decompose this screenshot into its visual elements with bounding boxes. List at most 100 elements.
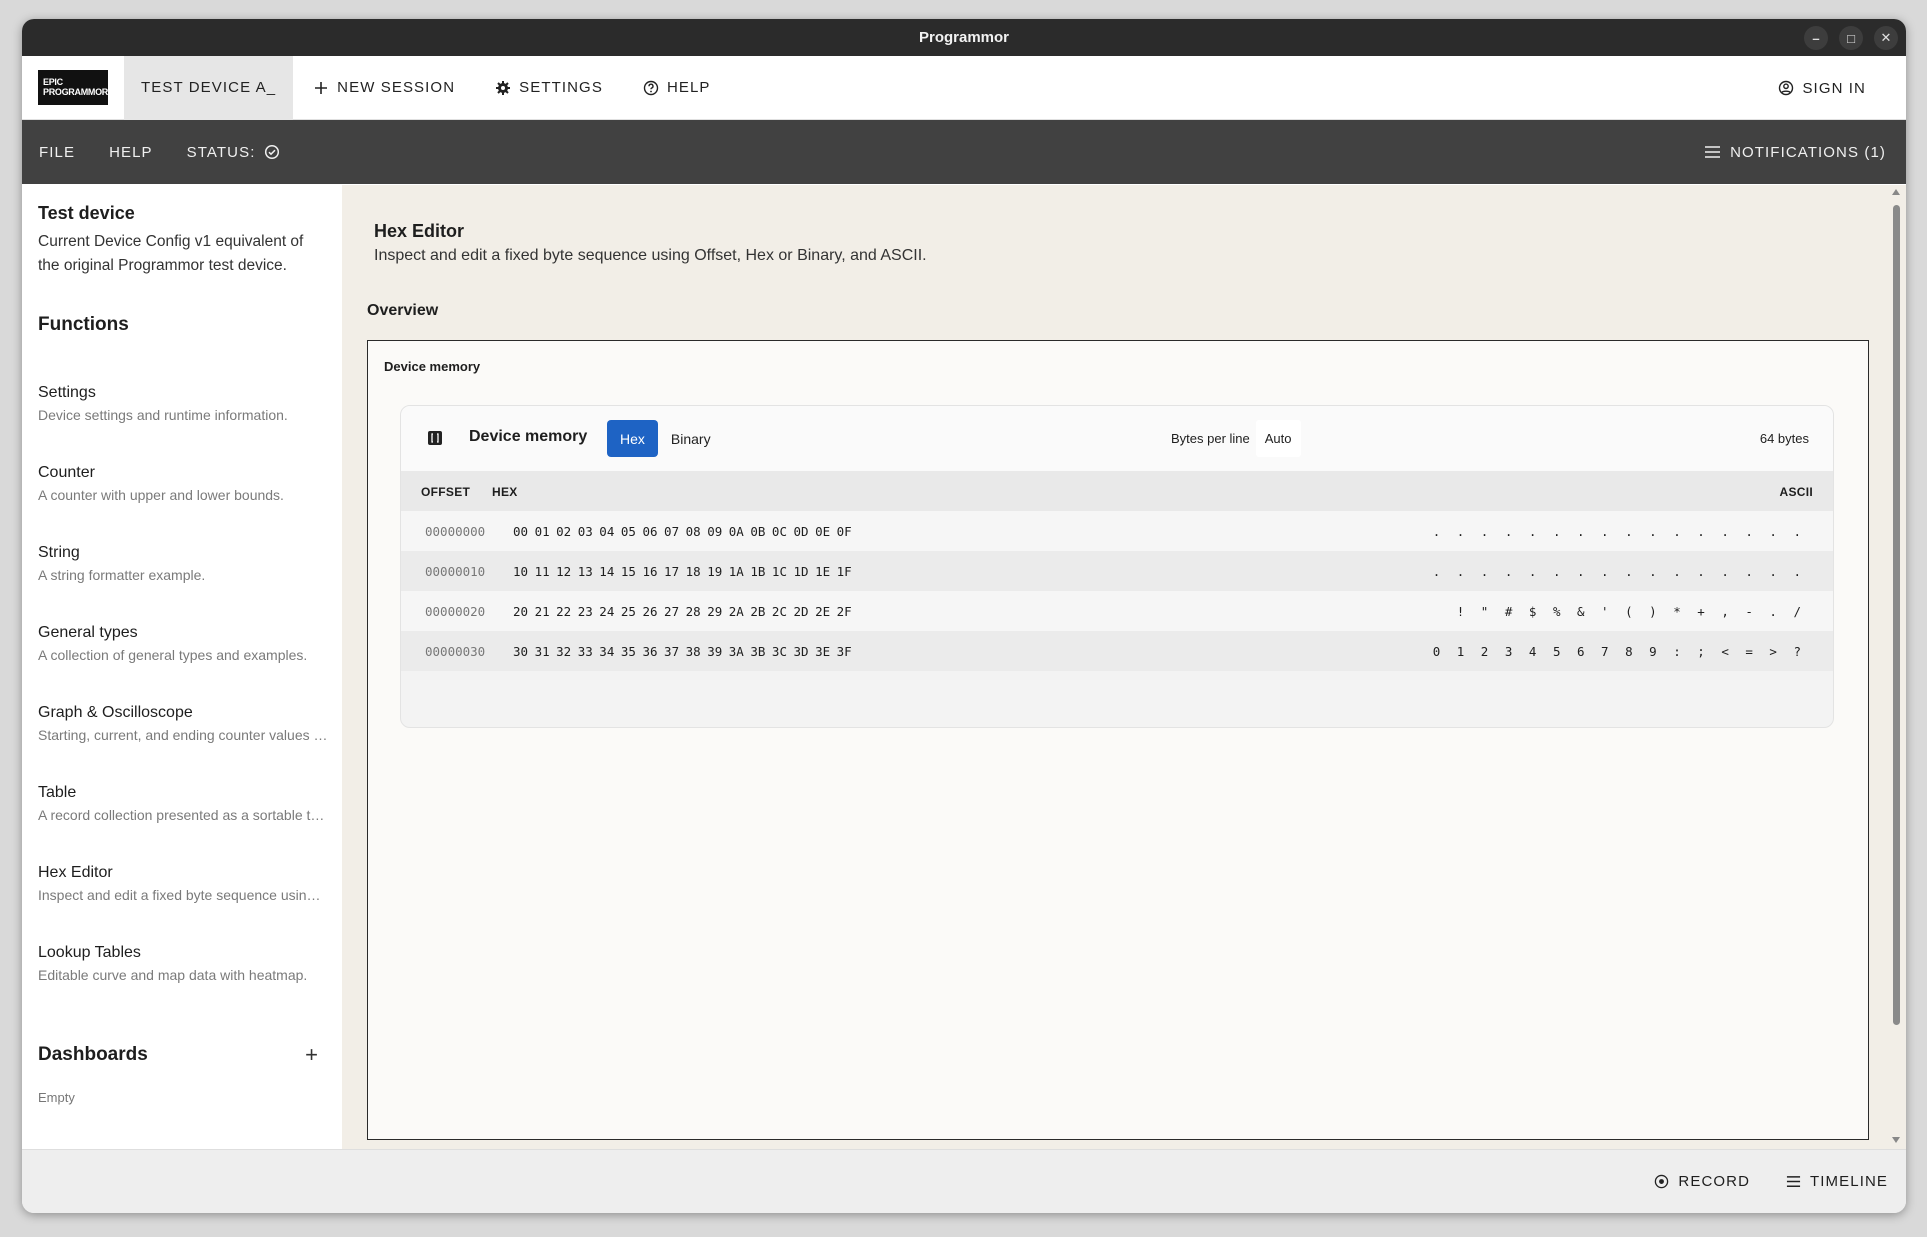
footer-bar: RECORD TIMELINE	[22, 1149, 1906, 1213]
sidebar-item-desc: Device settings and runtime information.	[38, 407, 288, 423]
help-label: HELP	[666, 79, 711, 96]
record-icon	[1655, 1174, 1669, 1189]
maximize-icon[interactable]: □	[1839, 26, 1863, 50]
sign-in-label: SIGN IN	[1802, 79, 1866, 97]
record-button[interactable]: RECORD	[1636, 1173, 1768, 1190]
help-menu[interactable]: HELP	[92, 144, 170, 161]
timeline-button[interactable]: TIMELINE	[1768, 1173, 1906, 1190]
panel-label: Device memory	[384, 359, 481, 374]
settings-label: SETTINGS	[519, 79, 603, 96]
row-hex[interactable]: 30 31 32 33 34 35 36 37 38 39 3A 3B 3C 3…	[513, 644, 852, 659]
sidebar-item-desc: Inspect and edit a fixed byte sequence u…	[38, 887, 328, 903]
hex-editor-card: Device memory Hex Binary Bytes per line …	[400, 405, 1834, 728]
device-memory-panel: Device memory Device memory Hex Binary B…	[367, 340, 1869, 1140]
row-hex[interactable]: 00 01 02 03 04 05 06 07 08 09 0A 0B 0C 0…	[513, 524, 852, 539]
dashboards-empty: Empty	[38, 1090, 75, 1105]
close-icon[interactable]: ✕	[1874, 26, 1898, 50]
settings-button[interactable]: SETTINGS	[475, 56, 623, 120]
new-session-label: NEW SESSION	[337, 79, 456, 96]
tab-test-device[interactable]: TEST DEVICE A_	[124, 55, 294, 120]
card-header: Device memory Hex Binary Bytes per line …	[401, 406, 1833, 471]
logo-line-2: PROGRAMMOR	[43, 87, 108, 97]
bytes-per-line: Bytes per line Auto	[1171, 420, 1301, 457]
sidebar-item-counter[interactable]: Counter A counter with upper and lower b…	[38, 464, 326, 544]
notifications-button[interactable]: NOTIFICATIONS (1)	[1705, 120, 1886, 184]
app-window: Programmor – □ ✕ EPIC PROGRAMMOR TEST DE…	[22, 19, 1906, 1213]
sidebar-item-title: Settings	[38, 384, 96, 401]
main-panel: Hex Editor Inspect and edit a fixed byte…	[342, 185, 1906, 1149]
sidebar-item-settings[interactable]: Settings Device settings and runtime inf…	[38, 384, 326, 464]
plus-icon	[315, 81, 328, 94]
sidebar-item-title: Hex Editor	[38, 864, 113, 881]
dashboards-heading: Dashboards	[38, 1044, 148, 1065]
title-bar: Programmor – □ ✕	[22, 19, 1906, 56]
row-ascii[interactable]: 0 1 2 3 4 5 6 7 8 9 : ; < = > ?	[1433, 644, 1801, 659]
status-label: STATUS:	[186, 143, 256, 161]
hex-row[interactable]: 00000000 00 01 02 03 04 05 06 07 08 09 0…	[401, 511, 1833, 551]
new-session-button[interactable]: NEW SESSION	[293, 56, 475, 120]
sidebar-item-lookup-tables[interactable]: Lookup Tables Editable curve and map dat…	[38, 944, 326, 1024]
window-title: Programmor	[918, 29, 1010, 46]
row-hex[interactable]: 20 21 22 23 24 25 26 27 28 29 2A 2B 2C 2…	[513, 604, 852, 619]
row-offset: 00000010	[425, 564, 486, 579]
sidebar-item-string[interactable]: String A string formatter example.	[38, 544, 326, 624]
scroll-up-arrow[interactable]	[1892, 189, 1900, 195]
sign-in-button[interactable]: SIGN IN	[1758, 56, 1886, 120]
sidebar: Test device Current Device Config v1 equ…	[22, 185, 342, 1149]
row-offset: 00000030	[425, 644, 486, 659]
sidebar-item-desc: A record collection presented as a sorta…	[38, 807, 328, 823]
app-header: EPIC PROGRAMMOR TEST DEVICE A_ NEW SESSI…	[22, 55, 1906, 120]
scroll-down-arrow[interactable]	[1892, 1137, 1900, 1143]
view-mode-toggle: Hex Binary	[607, 420, 724, 457]
timeline-label: TIMELINE	[1810, 1173, 1888, 1190]
status-indicator[interactable]: STATUS:	[170, 144, 297, 161]
overview-heading: Overview	[367, 302, 439, 319]
sidebar-item-hex-editor[interactable]: Hex Editor Inspect and edit a fixed byte…	[38, 864, 328, 944]
hex-table-header: OFFSET HEX ASCII	[401, 471, 1833, 511]
hex-mode-button[interactable]: Hex	[607, 420, 658, 457]
memory-icon	[428, 431, 442, 445]
sidebar-item-title: Counter	[38, 464, 95, 481]
sidebar-item-table[interactable]: Table A record collection presented as a…	[38, 784, 328, 864]
sidebar-item-desc: A counter with upper and lower bounds.	[38, 487, 284, 503]
row-ascii[interactable]: . . . . . . . . . . . . . . . .	[1433, 564, 1801, 579]
notifications-label: NOTIFICATIONS (1)	[1730, 143, 1886, 161]
row-ascii[interactable]: ! " # $ % & ' ( ) * + , - . /	[1424, 604, 1801, 619]
ascii-column-header: ASCII	[1779, 485, 1813, 499]
offset-column-header: OFFSET	[421, 485, 471, 499]
account-icon	[1779, 80, 1794, 96]
menu-icon	[1705, 146, 1721, 158]
sidebar-item-desc: A collection of general types and exampl…	[38, 647, 308, 663]
sidebar-item-desc: Starting, current, and ending counter va…	[38, 727, 328, 743]
sidebar-item-general-types[interactable]: General types A collection of general ty…	[38, 624, 326, 704]
row-offset: 00000020	[425, 604, 486, 619]
device-title: Test device	[38, 203, 135, 223]
scrollbar-thumb[interactable]	[1893, 205, 1900, 1025]
page-description: Inspect and edit a fixed byte sequence u…	[374, 247, 927, 264]
content-area: Test device Current Device Config v1 equ…	[22, 185, 1906, 1149]
dashboards-header: Dashboards +	[38, 1042, 326, 1068]
bytes-per-line-label: Bytes per line	[1171, 431, 1250, 446]
row-hex[interactable]: 10 11 12 13 14 15 16 17 18 19 1A 1B 1C 1…	[513, 564, 852, 579]
sidebar-item-title: Lookup Tables	[38, 944, 141, 961]
minimize-icon[interactable]: –	[1804, 26, 1828, 50]
sidebar-item-title: String	[38, 544, 80, 561]
hex-row[interactable]: 00000010 10 11 12 13 14 15 16 17 18 19 1…	[401, 551, 1833, 591]
sidebar-item-graph-oscilloscope[interactable]: Graph & Oscilloscope Starting, current, …	[38, 704, 328, 784]
help-button[interactable]: HELP	[623, 56, 731, 120]
file-menu[interactable]: FILE	[22, 144, 92, 161]
window-controls: – □ ✕	[1804, 26, 1898, 50]
bytes-per-line-select[interactable]: Auto	[1255, 420, 1301, 457]
hex-row[interactable]: 00000020 20 21 22 23 24 25 26 27 28 29 2…	[401, 591, 1833, 631]
gear-icon	[496, 80, 511, 95]
row-ascii[interactable]: . . . . . . . . . . . . . . . .	[1433, 524, 1801, 539]
page-title: Hex Editor	[374, 221, 465, 241]
hex-row[interactable]: 00000030 30 31 32 33 34 35 36 37 38 39 3…	[401, 631, 1833, 671]
binary-mode-button[interactable]: Binary	[658, 420, 724, 457]
sidebar-item-desc: A string formatter example.	[38, 567, 206, 583]
device-description: Current Device Config v1 equivalent of t…	[38, 233, 304, 274]
help-circle-icon	[643, 80, 659, 95]
add-dashboard-icon[interactable]: +	[305, 1042, 318, 1068]
logo-line-1: EPIC	[43, 77, 63, 87]
sidebar-item-title: Graph & Oscilloscope	[38, 704, 193, 721]
